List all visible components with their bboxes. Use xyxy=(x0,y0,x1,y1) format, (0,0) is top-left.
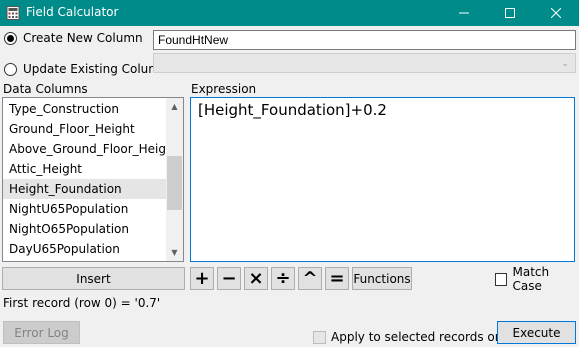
minimize-button[interactable] xyxy=(441,0,487,26)
list-scrollbar[interactable]: ▲ ▼ xyxy=(166,98,183,261)
expression-editor[interactable]: [Height_Foundation]+0.2 xyxy=(190,97,575,262)
create-new-radio-row[interactable]: Create New Column xyxy=(4,31,143,45)
apply-selected-label: Apply to selected records only xyxy=(331,330,513,344)
power-button[interactable]: ^ xyxy=(298,267,322,290)
data-columns-list[interactable]: Type_Construction Ground_Floor_Height Ab… xyxy=(2,97,184,262)
multiply-button[interactable]: × xyxy=(244,267,268,290)
error-log-button[interactable]: Error Log xyxy=(3,321,80,344)
data-columns-items: Type_Construction Ground_Floor_Height Ab… xyxy=(3,99,178,259)
minus-button[interactable]: − xyxy=(217,267,241,290)
minimize-icon xyxy=(459,12,469,14)
list-item[interactable]: Attic_Height xyxy=(3,159,167,179)
list-item[interactable]: Above_Ground_Floor_Height xyxy=(3,139,178,159)
data-columns-label: Data Columns xyxy=(3,82,88,96)
match-case-row[interactable]: Match Case xyxy=(495,265,579,293)
update-existing-radio[interactable] xyxy=(4,62,17,76)
list-item[interactable]: NightO65Population xyxy=(3,219,167,239)
expression-label: Expression xyxy=(191,82,257,96)
scroll-up-icon[interactable]: ▲ xyxy=(166,98,183,115)
first-record-status: First record (row 0) = '0.7' xyxy=(3,296,161,310)
equals-button[interactable]: = xyxy=(325,267,349,290)
match-case-checkbox[interactable] xyxy=(495,272,508,286)
list-item[interactable]: Ground_Floor_Height xyxy=(3,119,167,139)
apply-selected-checkbox[interactable] xyxy=(313,330,326,344)
close-button[interactable] xyxy=(533,0,579,26)
maximize-button[interactable] xyxy=(487,0,533,26)
functions-button[interactable]: Functions xyxy=(352,267,412,290)
maximize-icon xyxy=(505,8,515,18)
title-bar: Field Calculator xyxy=(0,0,579,26)
list-item-selected[interactable]: Height_Foundation xyxy=(3,179,167,199)
new-column-name-input[interactable] xyxy=(153,30,576,50)
apply-selected-row[interactable]: Apply to selected records only xyxy=(313,330,513,344)
list-item[interactable]: Type_Construction xyxy=(3,99,167,119)
list-item[interactable]: NightU65Population xyxy=(3,199,167,219)
update-existing-radio-row[interactable]: Update Existing Column xyxy=(4,62,168,76)
match-case-label: Match Case xyxy=(512,265,550,293)
insert-button[interactable]: Insert xyxy=(2,267,185,290)
calculator-icon xyxy=(6,6,20,20)
scroll-down-icon[interactable]: ▼ xyxy=(166,244,183,261)
create-new-label: Create New Column xyxy=(23,31,143,45)
create-new-radio[interactable] xyxy=(4,31,17,45)
close-icon xyxy=(551,8,561,18)
window-title: Field Calculator xyxy=(26,5,119,19)
existing-column-dropdown[interactable]: ⌄ xyxy=(153,53,576,73)
list-item[interactable]: DayU65Population xyxy=(3,239,167,259)
scroll-thumb[interactable] xyxy=(167,156,182,210)
execute-button[interactable]: Execute xyxy=(497,321,576,344)
update-existing-label: Update Existing Column xyxy=(23,62,168,76)
plus-button[interactable]: + xyxy=(190,267,214,290)
divide-button[interactable]: ÷ xyxy=(271,267,295,290)
chevron-down-icon: ⌄ xyxy=(561,59,569,69)
